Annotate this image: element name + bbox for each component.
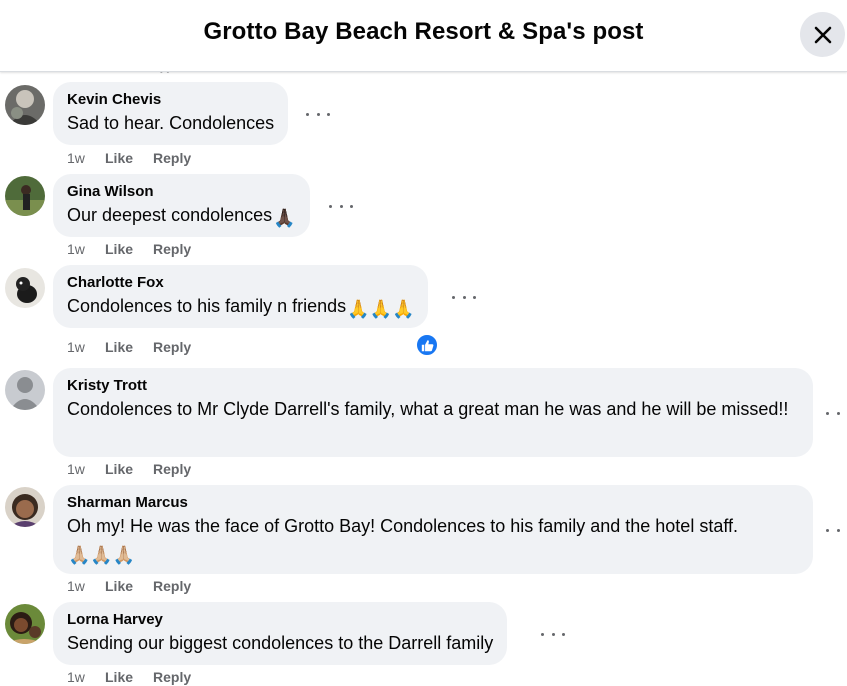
comment-text: Oh my! He was the face of Grotto Bay! Co… xyxy=(67,513,799,568)
avatar[interactable] xyxy=(5,176,45,216)
emoji: 🙏🙏🙏 xyxy=(347,299,415,319)
dialog-header: Grotto Bay Beach Resort & Spa's post xyxy=(0,0,847,72)
like-link[interactable]: Like xyxy=(105,240,153,258)
comment-author[interactable]: Lorna Harvey xyxy=(67,610,493,630)
comment-actions: 1w Like Reply xyxy=(67,460,191,478)
more-options-icon[interactable] xyxy=(826,520,847,540)
comment-author[interactable]: Kristy Trott xyxy=(67,376,799,396)
reply-link[interactable]: Reply xyxy=(153,577,191,595)
comment-actions: 1w Like Reply xyxy=(67,149,191,167)
reply-link[interactable]: Reply xyxy=(153,668,191,686)
comment-author[interactable]: Sharman Marcus xyxy=(67,493,799,513)
reply-link[interactable]: Reply xyxy=(153,338,191,356)
comment-text: Sad to hear. Condolences xyxy=(67,113,275,133)
comment-bubble: Kevin Chevis Sad to hear. Condolences xyxy=(53,82,289,145)
comment-bubble: Gina Wilson Our deepest condolences🙏🏿 xyxy=(53,174,310,237)
comment-actions: 1w Like Reply xyxy=(67,338,191,356)
like-link[interactable]: Like xyxy=(105,577,153,595)
comment-author[interactable]: Kevin Chevis xyxy=(67,90,274,110)
avatar[interactable] xyxy=(5,604,45,644)
reply-link[interactable]: Reply xyxy=(153,149,191,167)
like-link[interactable]: Like xyxy=(105,338,153,356)
comment-author[interactable]: Charlotte Fox xyxy=(67,273,414,293)
avatar[interactable] xyxy=(5,85,45,125)
comment-bubble: Sharman Marcus Oh my! He was the face of… xyxy=(53,485,813,574)
comment-timestamp[interactable]: 1w xyxy=(67,149,105,167)
reply-link[interactable]: Reply xyxy=(153,460,191,478)
comment-bubble: Charlotte Fox Condolences to his family … xyxy=(53,265,429,328)
close-button[interactable] xyxy=(800,12,845,57)
more-options-icon[interactable] xyxy=(452,287,476,307)
comment-timestamp[interactable]: 1w xyxy=(67,338,105,356)
avatar[interactable] xyxy=(5,487,45,527)
more-options-icon[interactable] xyxy=(329,196,353,216)
emoji: 🙏🏿 xyxy=(273,208,296,228)
like-reaction-icon[interactable] xyxy=(415,333,439,357)
more-options-icon[interactable] xyxy=(541,624,565,644)
comment-timestamp[interactable]: 1w xyxy=(67,460,105,478)
like-link[interactable]: Like xyxy=(105,668,153,686)
comment-actions: 1w Like Reply xyxy=(67,668,191,686)
comment-text: Condolences to Mr Clyde Darrell's family… xyxy=(67,399,789,419)
avatar[interactable] xyxy=(5,370,45,410)
comment-timestamp[interactable]: 1w xyxy=(67,240,105,258)
more-options-icon[interactable] xyxy=(826,403,847,423)
comment-timestamp[interactable]: 1w xyxy=(67,577,105,595)
emoji: 🙏🏼🙏🏼🙏🏼 xyxy=(68,545,136,565)
like-link[interactable]: Like xyxy=(105,460,153,478)
comment-bubble: Lorna Harvey Sending our biggest condole… xyxy=(53,602,508,665)
comment-bubble: Kristy Trott Condolences to Mr Clyde Dar… xyxy=(53,368,813,457)
comment-author[interactable]: Gina Wilson xyxy=(67,182,296,202)
comment-timestamp[interactable]: 1w xyxy=(67,668,105,686)
close-icon xyxy=(814,26,831,43)
comment-text: Sending our biggest condolences to the D… xyxy=(67,633,494,653)
reply-link[interactable]: Reply xyxy=(153,240,191,258)
comment-actions: 1w Like Reply xyxy=(67,577,191,595)
like-link[interactable]: Like xyxy=(105,149,153,167)
more-options-icon[interactable] xyxy=(306,104,330,124)
comment-actions: 1w Like Reply xyxy=(67,240,191,258)
avatar[interactable] xyxy=(5,268,45,308)
comment-text: Our deepest condolences🙏🏿 xyxy=(67,202,296,231)
comment-text: Condolences to his family n friends🙏🙏🙏 xyxy=(67,293,414,322)
dialog-title: Grotto Bay Beach Resort & Spa's post xyxy=(203,18,644,45)
